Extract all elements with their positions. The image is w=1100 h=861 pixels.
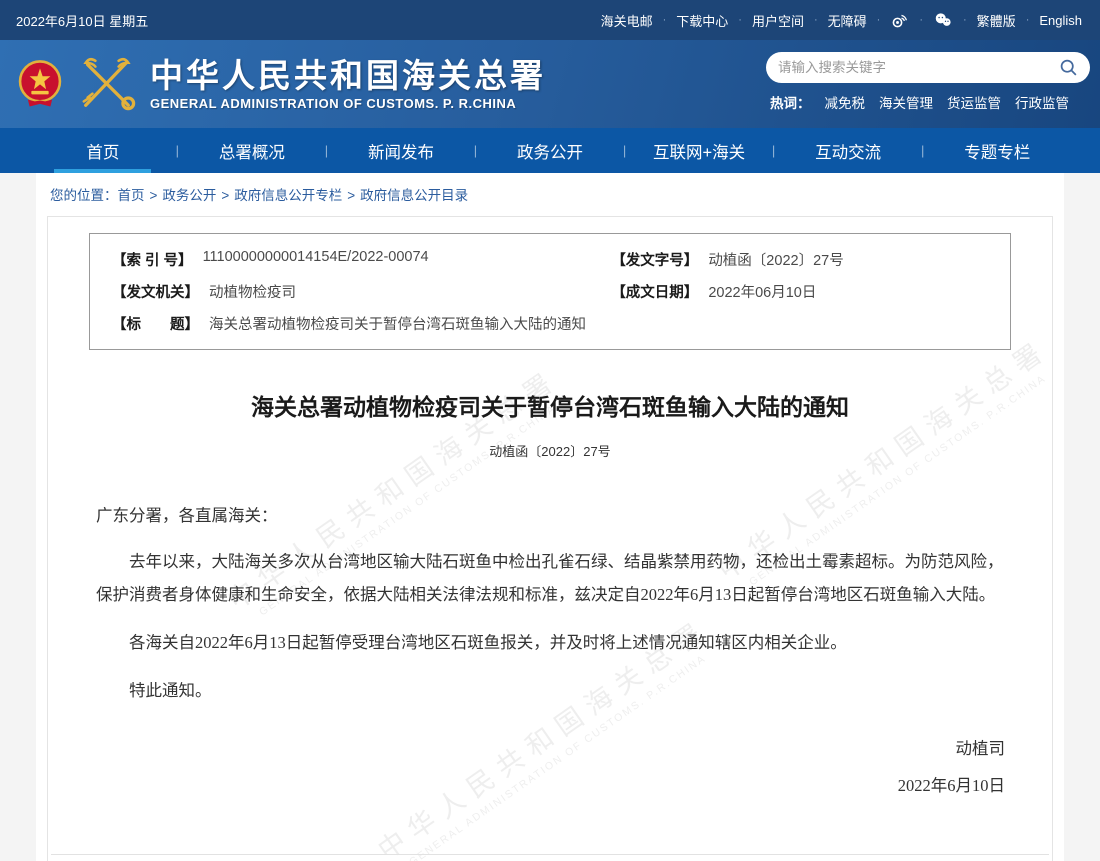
topbar-link-用户空间[interactable]: 用户空间 [752, 11, 804, 30]
info-cell: 【成文日期】 2022年06月10日 [611, 281, 988, 302]
paragraph: 特此通知。 [129, 681, 212, 701]
info-value: 11100000000014154E/2022-00074 [202, 249, 429, 265]
nav-item-互联网+海关[interactable]: 互联网+海关 [627, 128, 771, 173]
topbar-link-English[interactable]: English [1039, 13, 1082, 28]
info-row: 【标 题】 海关总署动植物检疫司关于暂停台湾石斑鱼输入大陆的通知 [112, 313, 988, 334]
top-utility-bar: 2022年6月10日 星期五 海关电邮 · 下载中心 · 用户空间 · 无障碍 · · · 繁體版 ·… [0, 0, 1100, 40]
site-name-cn: 中华人民共和国海关总署 [150, 56, 546, 94]
topbar-separator: · [662, 14, 667, 26]
document-body: 广东分署，各直属海关： 去年以来，大陆海关多次从台湾地区输大陆石斑鱼中检出孔雀石… [96, 502, 1007, 796]
breadcrumb-separator: > [347, 188, 356, 203]
topbar-link-繁體版[interactable]: 繁體版 [977, 11, 1016, 30]
paragraph: 各海关自2022年6月13日起暂停受理台湾地区石斑鱼报关，并及时将上述情况通知辖… [129, 633, 847, 653]
info-value: 2022年06月10日 [708, 285, 817, 301]
search-icon[interactable] [1058, 58, 1078, 78]
site-banner: 中华人民共和国海关总署 GENERAL ADMINISTRATION OF CU… [0, 40, 1100, 128]
nav-item-首页[interactable]: 首页 [54, 128, 152, 173]
nav-item-专题专栏[interactable]: 专题专栏 [938, 128, 1056, 173]
info-value: 动植物检疫司 [209, 285, 296, 301]
topbar-link-下载中心[interactable]: 下载中心 [676, 11, 728, 30]
site-title: 中华人民共和国海关总署 GENERAL ADMINISTRATION OF CU… [150, 57, 546, 112]
site-name-en: GENERAL ADMINISTRATION OF CUSTOMS. P. R.… [150, 96, 517, 112]
nav-item-互动交流[interactable]: 互动交流 [789, 128, 907, 173]
topbar-link-无障碍[interactable]: 无障碍 [828, 11, 867, 30]
hot-word-货运监管[interactable]: 货运监管 [947, 92, 1001, 112]
breadcrumb-prefix: 您的位置： [50, 188, 118, 203]
weibo-icon[interactable] [890, 11, 909, 30]
main-nav: 首页 | 总署概况 | 新闻发布 | 政务公开 | 互联网+海关 | 互动交流 | 专题专栏 [0, 128, 1100, 173]
nav-item-新闻发布[interactable]: 新闻发布 [342, 128, 460, 173]
document-info-box: 【索 引 号】 11100000000014154E/2022-00074 【发文字… [89, 233, 1011, 350]
hot-word-海关管理[interactable]: 海关管理 [879, 92, 933, 112]
customs-key-emblem-icon [82, 58, 136, 111]
search-box [766, 52, 1090, 83]
breadcrumb-separator: > [221, 188, 230, 203]
paragraphs: 去年以来，大陆海关多次从台湾地区输大陆石斑鱼中检出孔雀石绿、结晶紫禁用药物，还检… [96, 545, 1007, 707]
document-title: 海关总署动植物检疫司关于暂停台湾石斑鱼输入大陆的通知 [251, 394, 849, 420]
document-panel: 中华人民共和国海关总署 GENERAL ADMINISTRATION OF CU… [47, 216, 1053, 861]
hot-words-list: 减免税 海关管理 货运监管 行政监管 [825, 92, 1070, 112]
topbar-separator: · [1025, 14, 1030, 26]
content-column: 您的位置：首页 > 政务公开 > 政府信息公开专栏 > 政府信息公开目录 中华人民共和国海关… [36, 173, 1064, 861]
breadcrumb-link-政务公开[interactable]: 政务公开 [162, 188, 216, 203]
info-row: 【索 引 号】 11100000000014154E/2022-00074 【发文字… [112, 249, 988, 270]
info-cell: 【发文机关】 动植物检疫司 [112, 281, 611, 302]
info-cell: 【索 引 号】 11100000000014154E/2022-00074 [112, 249, 611, 270]
breadcrumb-link-政府信息公开目录[interactable]: 政府信息公开目录 [360, 188, 468, 203]
search-zone: 热词： 减免税海关管理货运监管行政监管 [766, 52, 1090, 112]
topbar-separator: · [738, 14, 742, 26]
info-cell: 【标 题】 海关总署动植物检疫司关于暂停台湾石斑鱼输入大陆的通知 [112, 313, 988, 334]
search-input[interactable] [778, 60, 1058, 75]
topbar-separator: · [919, 14, 923, 26]
hot-words-label: 热词： [770, 96, 811, 111]
nav-item-总署概况[interactable]: 总署概况 [193, 128, 311, 173]
hot-word-减免税[interactable]: 减免税 [825, 92, 866, 112]
info-label: 【成文日期】 [611, 285, 699, 301]
paragraph: 去年以来，大陆海关多次从台湾地区输大陆石斑鱼中检出孔雀石绿、结晶紫禁用药物，还检… [96, 552, 1004, 605]
national-emblem-icon [18, 60, 62, 107]
breadcrumb-link-政府信息公开专栏[interactable]: 政府信息公开专栏 [234, 188, 342, 203]
sign-date: 2022年6月10日 [897, 776, 1005, 796]
breadcrumb-link-首页[interactable]: 首页 [118, 188, 145, 203]
topbar-links: 海关电邮 · 下载中心 · 用户空间 · 无障碍 · · · 繁體版 · English [601, 10, 1082, 30]
topbar-separator: · [813, 14, 818, 26]
topbar-separator: · [963, 14, 967, 26]
info-label: 【索 引 号】 [112, 253, 193, 269]
document-number: 动植函〔2022〕27号 [489, 444, 611, 459]
page: 2022年6月10日 星期五 海关电邮 · 下载中心 · 用户空间 · 无障碍 · · · 繁體版 ·… [0, 0, 1100, 861]
info-label: 【发文机关】 [112, 285, 199, 301]
current-date: 2022年6月10日 星期五 [16, 13, 149, 29]
salutation: 广东分署，各直属海关： [96, 506, 278, 525]
breadcrumb-separator: > [149, 188, 158, 203]
hot-words: 热词： 减免税 海关管理 货运监管 行政监管 [766, 92, 1090, 112]
breadcrumb: 您的位置：首页 > 政务公开 > 政府信息公开专栏 > 政府信息公开目录 [36, 173, 1064, 214]
info-value: 动植函〔2022〕27号 [708, 253, 844, 269]
info-cell: 【发文字号】 动植函〔2022〕27号 [611, 249, 988, 270]
hot-word-行政监管[interactable]: 行政监管 [1015, 92, 1069, 112]
topbar-link-海关电邮[interactable]: 海关电邮 [601, 11, 653, 30]
info-value: 海关总署动植物检疫司关于暂停台湾石斑鱼输入大陆的通知 [209, 317, 586, 333]
wechat-icon[interactable] [933, 10, 953, 30]
signer: 动植司 [955, 739, 1006, 759]
nav-item-政务公开[interactable]: 政务公开 [491, 128, 609, 173]
topbar-separator: · [876, 14, 881, 26]
info-row: 【发文机关】 动植物检疫司 【成文日期】 2022年06月10日 [112, 281, 988, 302]
panel-footer: 打印本页 关闭 [51, 854, 1049, 861]
info-label: 【发文字号】 [611, 253, 699, 269]
signature-block: 动植司 2022年6月10日 [96, 735, 1007, 796]
info-label: 【标 题】 [112, 317, 199, 333]
